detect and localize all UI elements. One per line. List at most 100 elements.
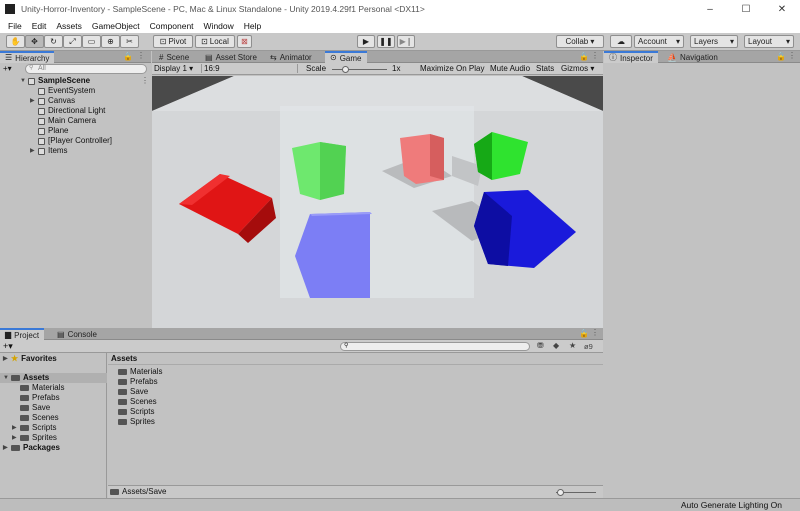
minimize-button[interactable]: – — [692, 4, 728, 15]
tab-animator[interactable]: ⇆ Animator — [265, 52, 317, 63]
menu-assets[interactable]: Assets — [51, 21, 87, 31]
grid-snap-icon[interactable]: ⊠ — [237, 35, 252, 48]
move-tool-icon[interactable]: ✥ — [25, 35, 44, 48]
collapsed-arrow-icon[interactable]: ▶ — [30, 146, 38, 156]
menu-help[interactable]: Help — [239, 21, 266, 31]
folder-icon — [11, 375, 20, 381]
content-folder-materials[interactable]: Materials — [118, 367, 162, 377]
tab-navigation[interactable]: ⛵ Navigation — [662, 52, 723, 63]
collapsed-arrow-icon[interactable]: ▶ — [30, 96, 38, 106]
content-folder-scenes[interactable]: Scenes — [118, 397, 157, 407]
mute-audio-toggle[interactable]: Mute Audio — [490, 64, 530, 73]
content-folder-scripts[interactable]: Scripts — [118, 407, 154, 417]
tab-inspector[interactable]: ⓘ Inspector — [604, 51, 658, 63]
play-button[interactable]: ▶ — [357, 35, 375, 48]
hierarchy-item-player-controller[interactable]: [Player Controller] — [38, 136, 112, 146]
menu-edit[interactable]: Edit — [27, 21, 52, 31]
hierarchy-item-eventsystem[interactable]: EventSystem — [38, 86, 95, 96]
step-button[interactable]: ▶❙ — [397, 35, 415, 48]
chevron-down-icon: ▾ — [729, 37, 734, 46]
expand-arrow-icon[interactable]: ▼ — [3, 373, 11, 383]
game-viewport[interactable] — [152, 76, 603, 328]
hierarchy-item-items[interactable]: ▶ Items — [30, 146, 68, 156]
stats-toggle[interactable]: Stats — [536, 64, 554, 73]
content-folder-prefabs[interactable]: Prefabs — [118, 377, 158, 387]
rect-tool-icon[interactable]: ▭ — [82, 35, 101, 48]
hierarchy-item-main-camera[interactable]: Main Camera — [38, 116, 96, 126]
tree-folder-sprites[interactable]: ▶ Sprites — [12, 433, 57, 443]
panel-menu-icon[interactable]: ⋮ — [591, 329, 599, 337]
panel-menu-icon[interactable]: ⋮ — [591, 52, 599, 60]
packages-node[interactable]: ▶ Packages — [3, 443, 60, 453]
menu-file[interactable]: File — [3, 21, 27, 31]
collapsed-arrow-icon[interactable]: ▶ — [12, 423, 20, 433]
lock-icon[interactable]: 🔒 — [579, 330, 589, 338]
tab-console[interactable]: ▤ Console — [52, 329, 102, 340]
layout-dropdown[interactable]: Layout ▾ — [744, 35, 794, 48]
close-button[interactable]: ✕ — [764, 4, 800, 15]
collapsed-arrow-icon[interactable]: ▶ — [12, 433, 20, 443]
hierarchy-item-directional-light[interactable]: Directional Light — [38, 106, 105, 116]
favorite-star-icon[interactable]: ★ — [569, 342, 576, 350]
panel-menu-icon[interactable]: ⋮ — [788, 52, 796, 60]
menu-window[interactable]: Window — [199, 21, 239, 31]
tree-folder-materials[interactable]: Materials — [20, 383, 64, 393]
hierarchy-item-canvas[interactable]: ▶ Canvas — [30, 96, 75, 106]
tab-game[interactable]: ⊙ Game — [325, 51, 367, 63]
hierarchy-search-input[interactable]: ⚲ All — [25, 64, 147, 74]
scale-tool-icon[interactable]: ⤢ — [63, 35, 82, 48]
menu-gameobject[interactable]: GameObject — [87, 21, 145, 31]
add-object-button[interactable]: +▾ — [3, 64, 21, 74]
scene-root[interactable]: ▼ SampleScene — [20, 76, 90, 86]
collapsed-arrow-icon[interactable]: ▶ — [3, 354, 11, 364]
layers-dropdown[interactable]: Layers ▾ — [690, 35, 738, 48]
panel-menu-icon[interactable]: ⋮ — [137, 52, 145, 60]
project-search-input[interactable]: ⚲ — [340, 342, 530, 351]
content-folder-sprites[interactable]: Sprites — [118, 417, 155, 427]
custom-tool-icon[interactable]: ✂ — [120, 35, 139, 48]
expand-arrow-icon[interactable]: ▼ — [20, 76, 28, 86]
transform-tool-icon[interactable]: ⊕ — [101, 35, 120, 48]
tab-project[interactable]: ▆ Project — [0, 328, 45, 340]
pause-button[interactable]: ❚❚ — [377, 35, 395, 48]
collapsed-arrow-icon[interactable]: ▶ — [3, 443, 11, 453]
create-asset-button[interactable]: +▾ — [3, 341, 13, 352]
filter-by-type-icon[interactable]: ⛃ — [537, 342, 544, 350]
cloud-icon[interactable]: ☁ — [610, 35, 632, 48]
assets-node[interactable]: ▼ Assets — [3, 373, 49, 383]
tree-folder-save[interactable]: Save — [20, 403, 50, 413]
menu-component[interactable]: Component — [145, 21, 199, 31]
folder-icon — [20, 385, 29, 391]
favorites-node[interactable]: ▶ ★ Favorites — [3, 354, 57, 364]
lock-icon[interactable]: 🔒 — [123, 53, 133, 61]
project-panel: ▆ Project ▤ Console 🔒 ⋮ +▾ ⚲ ⛃ ◆ ★ ø9 ▶ ★ Fa… — [0, 328, 603, 498]
lock-icon[interactable]: 🔒 — [579, 53, 589, 61]
aspect-dropdown[interactable]: 16:9 — [204, 64, 298, 73]
local-toggle[interactable]: ⊡ Local — [195, 35, 235, 48]
content-folder-save[interactable]: Save — [118, 387, 148, 397]
maximize-button[interactable]: ☐ — [728, 4, 764, 15]
gizmos-dropdown[interactable]: Gizmos ▾ — [561, 64, 594, 73]
maximize-on-play-toggle[interactable]: Maximize On Play — [420, 64, 484, 73]
pivot-toggle[interactable]: ⊡ Pivot — [153, 35, 193, 48]
scene-menu-icon[interactable]: ⋮ — [141, 77, 149, 85]
hand-tool-icon[interactable]: ✋ — [6, 35, 25, 48]
tree-folder-prefabs[interactable]: Prefabs — [20, 393, 60, 403]
filter-by-label-icon[interactable]: ◆ — [553, 342, 559, 350]
scale-slider-track[interactable] — [332, 69, 387, 70]
tab-asset-store[interactable]: ▤ Asset Store — [200, 52, 262, 63]
account-dropdown[interactable]: Account ▾ — [634, 35, 684, 48]
icon-size-slider-handle[interactable] — [557, 489, 564, 496]
scale-slider-handle[interactable] — [342, 66, 349, 73]
tree-folder-scenes[interactable]: Scenes — [20, 413, 59, 423]
rotate-tool-icon[interactable]: ↻ — [44, 35, 63, 48]
tab-hierarchy[interactable]: ☰ Hierarchy — [0, 51, 55, 63]
content-breadcrumb[interactable]: Assets — [111, 354, 137, 363]
hierarchy-item-plane[interactable]: Plane — [38, 126, 68, 136]
tab-scene[interactable]: # Scene — [154, 52, 194, 63]
lock-icon[interactable]: 🔒 — [776, 53, 786, 61]
collab-dropdown[interactable]: Collab ▾ — [556, 35, 604, 48]
hidden-packages-toggle[interactable]: ø9 — [584, 342, 593, 351]
tree-folder-scripts[interactable]: ▶ Scripts — [12, 423, 56, 433]
display-dropdown[interactable]: Display 1 ▾ — [154, 64, 202, 73]
